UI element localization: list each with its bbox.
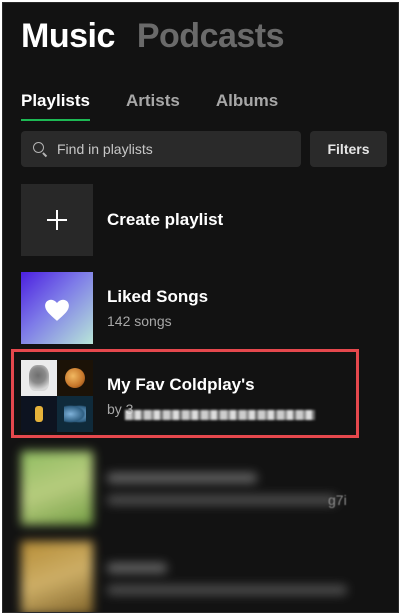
- list-item-blurred[interactable]: [21, 451, 381, 525]
- liked-songs-count: 142 songs: [107, 313, 172, 329]
- search-field[interactable]: Find in playlists: [21, 131, 301, 167]
- playlist-collage-thumbnail: [21, 360, 93, 432]
- heart-icon: [45, 299, 69, 321]
- list-item-blurred[interactable]: [21, 541, 381, 612]
- playlist-title: My Fav Coldplay's: [107, 375, 255, 394]
- search-placeholder: Find in playlists: [57, 141, 153, 157]
- obscured-username: [125, 410, 315, 420]
- search-icon: [33, 142, 47, 156]
- filters-button[interactable]: Filters: [310, 131, 387, 167]
- create-playlist-label: Create playlist: [107, 210, 224, 229]
- album-art-hand: [21, 360, 57, 396]
- library-subtabs: Playlists Artists Albums: [21, 91, 278, 121]
- liked-songs-thumbnail: [21, 272, 93, 344]
- album-art-wings: [57, 396, 93, 432]
- album-art-figure: [21, 396, 57, 432]
- library-screen: Music Podcasts Playlists Artists Albums …: [2, 2, 399, 613]
- tab-podcasts[interactable]: Podcasts: [137, 17, 285, 56]
- album-art-moon: [57, 360, 93, 396]
- list-item-liked-songs[interactable]: Liked Songs 142 songs: [21, 272, 381, 344]
- blurred-subtitle-tail: g7i: [328, 492, 347, 508]
- list-item-create-playlist[interactable]: Create playlist: [21, 184, 381, 256]
- subtab-artists[interactable]: Artists: [126, 91, 180, 121]
- list-item-my-fav-coldplays[interactable]: My Fav Coldplay's by 3: [21, 360, 381, 432]
- create-playlist-thumbnail: [21, 184, 93, 256]
- library-header: Music Podcasts: [21, 17, 285, 56]
- subtab-albums[interactable]: Albums: [216, 91, 278, 121]
- tab-music[interactable]: Music: [21, 17, 115, 56]
- liked-songs-title: Liked Songs: [107, 287, 209, 306]
- subtab-playlists[interactable]: Playlists: [21, 91, 90, 121]
